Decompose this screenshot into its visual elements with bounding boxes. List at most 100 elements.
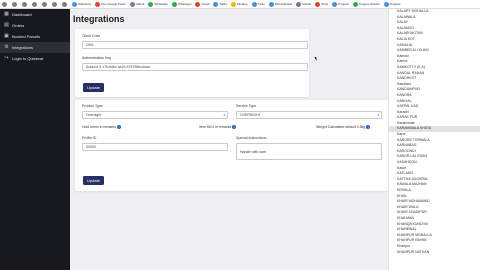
update-button[interactable]: Update xyxy=(83,176,104,185)
item-sku-option[interactable]: Item SKU in remarks i xyxy=(199,125,237,130)
product-type-label: Product Type xyxy=(82,104,103,108)
bookmark-icon xyxy=(195,1,201,7)
bookmark-item[interactable]: Github xyxy=(129,1,145,7)
bookmark-item[interactable]: Projects xyxy=(332,1,349,7)
special-instructions-textarea[interactable]: Handle with care xyxy=(236,143,382,160)
bookmark-label: Krogers Sheets xyxy=(358,2,380,6)
bookmark-label: Tools xyxy=(321,2,329,6)
bookmark-icon xyxy=(129,1,135,7)
service-type-value: OVERNIGHT xyxy=(240,113,261,117)
bookmark-item[interactable]: Trello xyxy=(251,1,265,7)
bookmark-icon xyxy=(230,1,236,7)
main-content: Integrations Client Code 1901 Authentica… xyxy=(70,9,388,270)
sidebar-item-login-quickeat[interactable]: ↪ Login to Quickeat xyxy=(0,53,70,64)
client-code-field[interactable]: 1901 xyxy=(82,41,308,49)
city-dropdown-list[interactable]: KALARY MOHALLA KALAWALA KALAY KALANGO KALARI… xyxy=(388,9,480,270)
bookmark-icon xyxy=(213,1,219,7)
bookmark-item[interactable] xyxy=(42,1,48,7)
bookmark-label: Github xyxy=(302,2,312,6)
bookmark-icon xyxy=(72,1,77,7)
sidebar-item-booked-parcels[interactable]: ▣ Booked Parcels xyxy=(0,31,70,42)
bookmark-item[interactable]: WebStore xyxy=(72,1,92,7)
bookmarks-bar: WebStore Dev Google Tasks Github Whatsapp Wh… xyxy=(0,0,480,9)
profile-id-field[interactable]: 00000 xyxy=(82,143,228,151)
bookmark-item[interactable]: Tasks xyxy=(213,1,227,7)
bookmark-item[interactable]: Whatsapp xyxy=(171,1,192,7)
bookmark-item[interactable]: Krogers Sheets xyxy=(352,1,380,7)
bookmark-icon xyxy=(22,1,27,7)
bookmark-item[interactable]: Tools xyxy=(315,1,329,7)
bookmark-item[interactable] xyxy=(62,1,68,7)
bookmark-label: Projects xyxy=(389,2,401,6)
bookmark-label: Dev Google Tasks xyxy=(101,2,126,6)
bookmark-icon xyxy=(42,1,47,7)
profile-id-label: Profile ID xyxy=(82,136,97,140)
bookmark-icon xyxy=(2,1,7,7)
bookmark-item[interactable]: Gmail xyxy=(195,1,210,7)
link-icon: ⚙ xyxy=(4,44,9,50)
product-type-value: Overnight xyxy=(86,113,102,117)
bookmark-label: Github xyxy=(135,2,145,6)
special-instructions-label: Special Instructions xyxy=(236,136,267,140)
chevron-down-icon: ▾ xyxy=(223,113,225,117)
item-sku-label: Item SKU in remarks xyxy=(199,125,232,129)
bookmark-icon xyxy=(352,1,358,7)
bookmark-item[interactable] xyxy=(32,1,38,7)
bookmark-item[interactable]: MicrobiteSite xyxy=(268,1,293,7)
sidebar-item-orders[interactable]: ▤ Orders xyxy=(0,20,70,31)
box-icon: ▣ xyxy=(4,33,9,39)
bookmark-icon xyxy=(383,1,389,7)
bookmark-icon xyxy=(315,1,321,7)
bookmark-label: Gmail xyxy=(201,2,210,6)
bookmark-icon xyxy=(52,1,57,7)
bookmark-item[interactable]: Miniapp xyxy=(230,1,248,7)
bookmark-item[interactable] xyxy=(12,1,18,7)
info-icon[interactable]: i xyxy=(232,125,237,130)
bookmark-label: MicrobiteSite xyxy=(274,2,293,6)
dashboard-icon: ▦ xyxy=(4,11,9,17)
sidebar-item-integrations[interactable]: ⚙ Integrations xyxy=(0,42,70,53)
info-icon[interactable]: i xyxy=(117,125,122,130)
sidebar-item-dashboard[interactable]: ▦ Dashboard xyxy=(0,9,70,20)
hold-items-option[interactable]: Hold Items in remarks i xyxy=(82,125,122,130)
bookmark-icon xyxy=(296,1,302,7)
product-type-select[interactable]: Overnight ▾ xyxy=(82,111,228,119)
bookmark-icon xyxy=(12,1,17,7)
client-code-label: Client Code xyxy=(82,34,101,38)
service-type-label: Service Type xyxy=(236,104,257,108)
bookmark-label: WebStore xyxy=(78,2,92,6)
bookmark-icon xyxy=(62,1,67,7)
service-type-select[interactable]: OVERNIGHT ▾ xyxy=(236,111,382,119)
bookmark-label: Whatsapp xyxy=(177,2,192,6)
bookmark-item[interactable]: Projects xyxy=(383,1,401,7)
update-button[interactable]: Update xyxy=(83,83,104,92)
bookmark-item[interactable]: Whatsapp xyxy=(148,1,168,7)
sidebar-item-label: Orders xyxy=(12,23,25,28)
credentials-card: Client Code 1901 Authentication Key 8cbe… xyxy=(75,29,309,97)
bookmark-item[interactable] xyxy=(22,1,28,7)
login-icon: ↪ xyxy=(4,55,9,61)
bookmark-item[interactable]: Github xyxy=(296,1,312,7)
bookmark-item[interactable] xyxy=(52,1,58,7)
bookmark-label: Whatsapp xyxy=(154,2,168,6)
bookmark-item[interactable]: Dev Google Tasks xyxy=(95,1,126,7)
bookmark-item[interactable] xyxy=(2,1,8,7)
sidebar: ▦ Dashboard ▤ Orders ▣ Booked Parcels ⚙ … xyxy=(0,9,70,270)
bookmark-icon xyxy=(32,1,37,7)
page-title: Integrations xyxy=(73,14,125,24)
sidebar-item-label: Dashboard xyxy=(12,12,32,17)
chevron-down-icon: ▾ xyxy=(377,113,379,117)
bookmark-icon xyxy=(332,1,338,7)
list-item[interactable]: KHANPUR NATHAN xyxy=(389,250,480,256)
bookmark-icon xyxy=(171,1,177,7)
sidebar-item-label: Booked Parcels xyxy=(12,34,41,39)
auth-key-field[interactable]: 8cbe1cf 5 176-bdbc ae23-575755ecddda xyxy=(82,63,308,71)
bookmark-label: Tasks xyxy=(219,2,227,6)
bookmark-label: Miniapp xyxy=(236,2,248,6)
bookmark-label: Trello xyxy=(257,2,265,6)
sidebar-item-label: Integrations xyxy=(12,45,33,50)
weight-option[interactable]: Weight Calculated default 0.5kg i xyxy=(316,125,371,130)
info-icon[interactable]: i xyxy=(366,125,371,130)
bookmark-icon xyxy=(95,1,101,7)
bookmark-icon xyxy=(268,1,274,7)
